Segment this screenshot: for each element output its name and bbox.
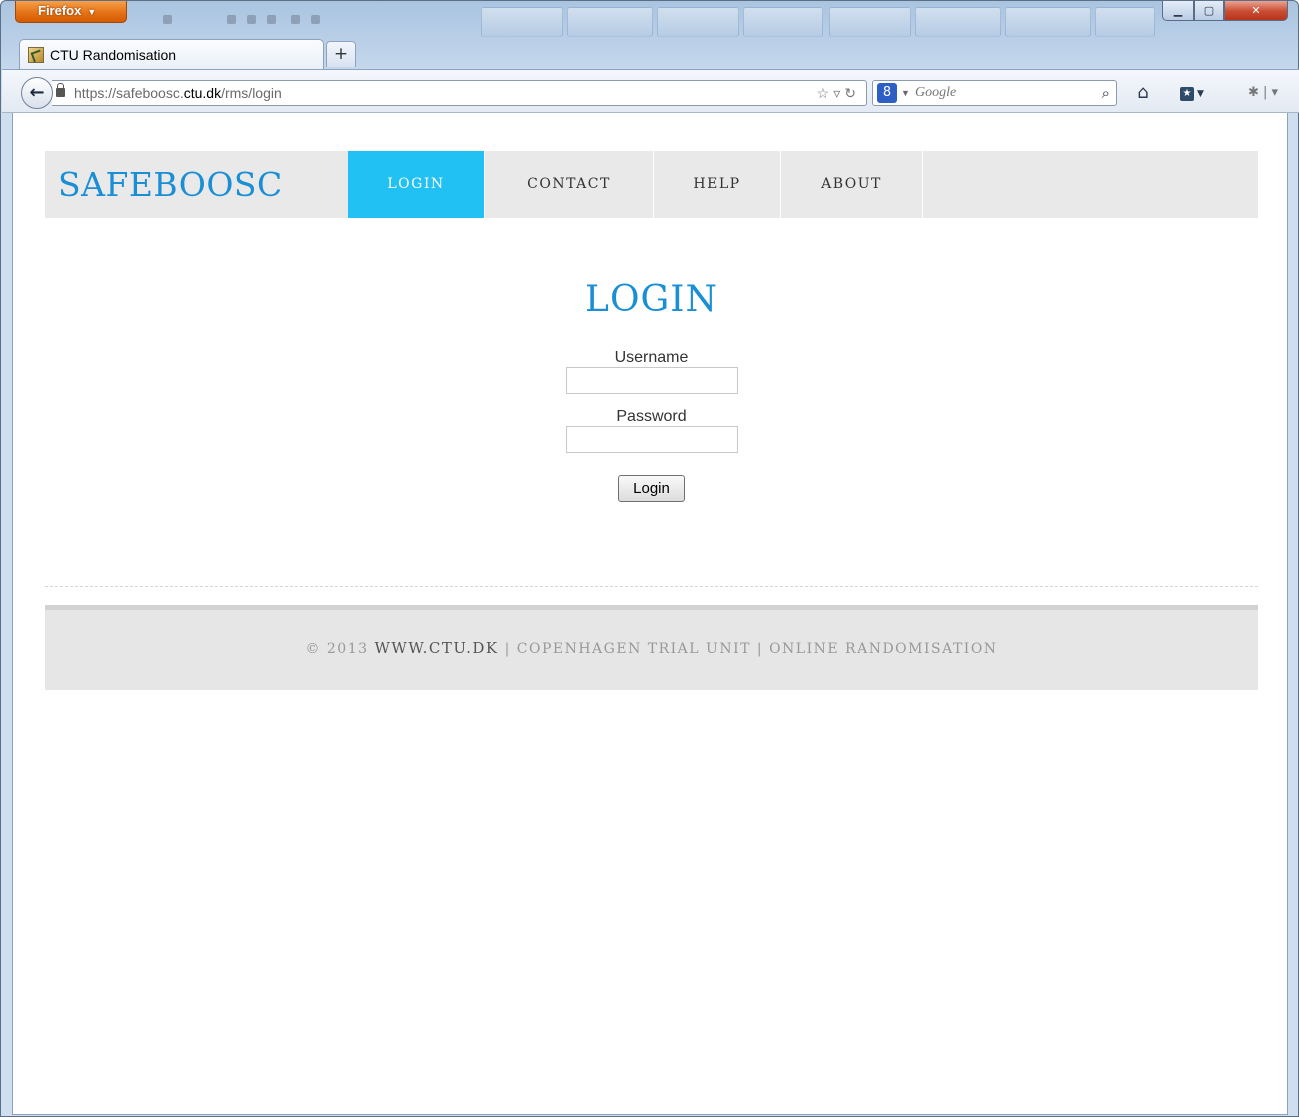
window-titlebar: Firefox ▼ ▁ ▢ ✕: [1, 1, 1298, 37]
blurred-ribbon-item: [829, 7, 911, 37]
footer-site-link[interactable]: WWW.CTU.DK: [374, 639, 498, 657]
nav-item-login[interactable]: LOGIN: [348, 151, 485, 218]
url-actions: ☆▿↻: [817, 81, 860, 105]
blurred-icon: [291, 15, 300, 24]
navigation-toolbar: https://safeboosc.ctu.dk/rms/login ☆▿↻ ←…: [2, 69, 1299, 113]
blurred-icon: [247, 15, 256, 24]
page-viewport: SAFEBOOSC LOGIN CONTACT HELP ABOUT LOGIN…: [12, 113, 1288, 1115]
blurred-icon: [163, 15, 172, 24]
url-text: https://safeboosc.ctu.dk/rms/login: [68, 85, 282, 101]
password-field[interactable]: [565, 426, 738, 453]
bookmarks-icon[interactable]: ★ ▼: [1172, 80, 1212, 106]
divider: [45, 586, 1258, 587]
page-title: LOGIN: [585, 279, 718, 320]
chevron-down-icon[interactable]: ▿: [833, 85, 844, 101]
firefox-menu-button[interactable]: Firefox ▼: [15, 1, 127, 23]
login-form: LOGIN Username Password Login: [45, 273, 1258, 502]
site-header: SAFEBOOSC LOGIN CONTACT HELP ABOUT: [45, 151, 1258, 218]
lock-icon: [56, 83, 65, 97]
blurred-ribbon-item: [1005, 7, 1091, 37]
plus-icon: +: [333, 44, 349, 64]
footer-service: ONLINE RANDOMISATION: [769, 641, 998, 657]
blurred-ribbon-item: [657, 7, 739, 37]
back-button[interactable]: ←: [21, 77, 53, 109]
site-nav: LOGIN CONTACT HELP ABOUT: [348, 151, 923, 218]
window-controls: ▁ ▢ ✕: [1162, 1, 1290, 23]
browser-tab[interactable]: CTU Randomisation: [19, 39, 324, 69]
nav-item-about[interactable]: ABOUT: [781, 151, 923, 218]
site-footer: © 2013 WWW.CTU.DK | COPENHAGEN TRIAL UNI…: [45, 605, 1258, 690]
blurred-ribbon-item: [481, 7, 563, 37]
footer-separator: |: [756, 641, 764, 657]
url-domain: ctu.dk: [183, 85, 222, 101]
minimize-icon: ▁: [1173, 4, 1183, 17]
footer-text: © 2013 WWW.CTU.DK | COPENHAGEN TRIAL UNI…: [45, 610, 1258, 687]
login-button[interactable]: Login: [618, 475, 685, 502]
maximize-button[interactable]: ▢: [1194, 1, 1224, 21]
url-path: /rms/login: [221, 85, 282, 101]
home-icon[interactable]: ⌂: [1130, 80, 1156, 106]
blurred-ribbon-item: [743, 7, 823, 37]
blurred-ribbon-item: [567, 7, 653, 37]
minimize-button[interactable]: ▁: [1162, 1, 1194, 21]
chevron-down-icon[interactable]: ▼: [901, 81, 910, 105]
star-icon[interactable]: ☆: [817, 85, 834, 101]
favicon-icon: [28, 46, 44, 63]
search-icon[interactable]: ⌕: [1102, 81, 1110, 105]
reload-icon[interactable]: ↻: [844, 85, 860, 101]
back-arrow-icon: ←: [29, 82, 45, 103]
firefox-menu-label: Firefox: [38, 3, 82, 18]
footer-separator: |: [504, 641, 511, 657]
site-logo[interactable]: SAFEBOOSC: [58, 151, 283, 218]
nav-item-help[interactable]: HELP: [654, 151, 781, 218]
addon-icon[interactable]: ✱ | ▾: [1238, 80, 1288, 106]
tab-title: CTU Randomisation: [50, 46, 177, 63]
maximize-icon: ▢: [1203, 4, 1215, 17]
password-label: Password: [616, 408, 687, 425]
blurred-ribbon-item: [1095, 7, 1155, 37]
username-label: Username: [614, 349, 689, 366]
nav-item-contact[interactable]: CONTACT: [485, 151, 654, 218]
chevron-down-icon: ▼: [87, 7, 97, 17]
footer-copyright: © 2013: [305, 641, 369, 657]
blurred-icon: [227, 15, 236, 24]
browser-window: Firefox ▼ ▁ ▢ ✕ CTU Randomisation + https: [0, 0, 1299, 1117]
search-bar[interactable]: 8 ▼ Google ⌕: [872, 80, 1117, 106]
address-bar[interactable]: https://safeboosc.ctu.dk/rms/login ☆▿↻: [52, 80, 867, 106]
footer-unit: COPENHAGEN TRIAL UNIT: [516, 641, 751, 657]
search-placeholder: Google: [915, 85, 957, 100]
new-tab-button[interactable]: +: [326, 41, 356, 67]
url-prefix: https://safeboosc.: [74, 85, 184, 101]
blurred-ribbon-item: [915, 7, 1001, 37]
blurred-icon: [311, 15, 320, 24]
username-field[interactable]: [565, 367, 738, 394]
close-icon: ✕: [1251, 4, 1261, 17]
close-button[interactable]: ✕: [1224, 1, 1288, 21]
blurred-icon: [267, 15, 276, 24]
google-icon[interactable]: 8: [877, 83, 897, 103]
